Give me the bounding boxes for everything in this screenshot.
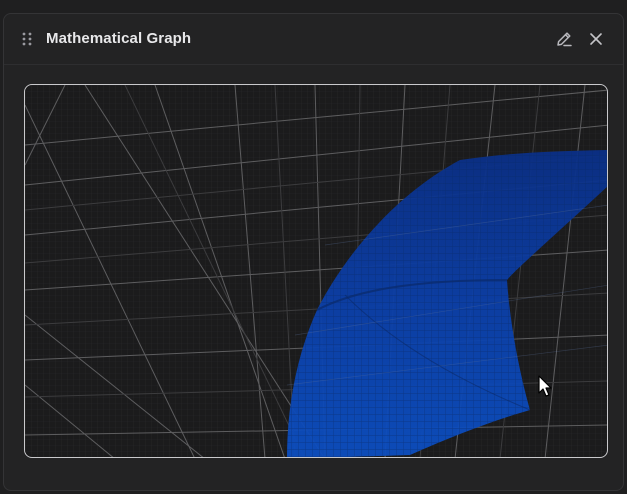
window-title: Mathematical Graph <box>46 30 192 47</box>
graph-window: Mathematical Graph <box>3 13 624 491</box>
edit-button[interactable] <box>554 29 574 49</box>
window-titlebar: Mathematical Graph <box>4 14 623 65</box>
graph-canvas[interactable] <box>24 84 608 458</box>
graph-3d-view[interactable] <box>25 85 608 458</box>
drag-handle-icon[interactable] <box>22 32 32 46</box>
close-icon <box>590 33 602 45</box>
close-button[interactable] <box>586 29 606 49</box>
pencil-icon <box>557 32 572 47</box>
